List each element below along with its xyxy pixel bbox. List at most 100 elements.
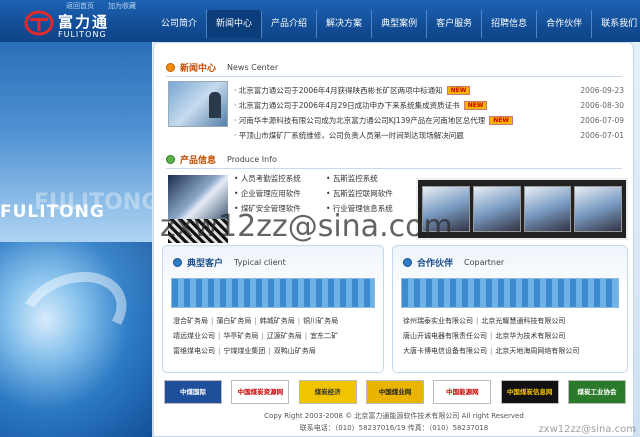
news-item-date: 2006-07-01 <box>580 131 624 140</box>
client-link[interactable]: 蒲白矿务局 <box>216 314 251 329</box>
product-item[interactable]: • 企业管理应用软件 <box>234 188 301 199</box>
main-panel: 新闻中心 News Center · 北京富力通公司于2006年4月获得陕西彬长… <box>153 42 634 437</box>
brand-big-text: FULITONG <box>0 202 105 222</box>
nav-jobs[interactable]: 招聘信息 <box>482 10 538 38</box>
client-link[interactable]: 双鸭山矿务局 <box>274 344 316 359</box>
partner-logo[interactable]: 煤炭工业协会 <box>567 380 626 404</box>
partner-logo[interactable]: 中国煤炭资源网 <box>231 380 290 404</box>
clients-title-cn: 典型客户 <box>187 259 224 269</box>
partner-row: 徐州瑞泰实业有限公司 | 北京光耀慧通科技有限公司 <box>403 314 625 329</box>
new-badge-icon: NEW <box>446 86 471 95</box>
partner-link[interactable]: 唐山开诚电器有限责任公司 <box>403 329 487 344</box>
partner-link[interactable]: 徐州瑞泰实业有限公司 <box>403 314 473 329</box>
partner-logo[interactable]: 煤炭经济 <box>298 380 357 404</box>
news-item-date: 2006-08-30 <box>580 101 624 110</box>
partners-title-cn: 合作伙伴 <box>417 259 454 269</box>
partner-logo[interactable]: 中煤国际 <box>164 380 222 404</box>
partner-link[interactable]: 北京光耀慧通科技有限公司 <box>481 314 565 329</box>
client-row: 富维煤电公司 | 宁煤煤业集团 | 双鸭山矿务局 <box>173 344 383 359</box>
new-badge-icon: NEW <box>489 116 513 125</box>
news-divider <box>166 76 622 77</box>
products-bullet-icon <box>166 155 175 164</box>
clients-title-en: Typical client <box>234 258 286 267</box>
news-item-date: 2006-07-09 <box>580 116 624 125</box>
products-title-cn: 产品信息 <box>180 156 217 166</box>
product-thumbnail[interactable] <box>523 186 572 232</box>
footer-copyright: Copy Right 2003-2008 © 北京富力通能源软件技术有限公司 A… <box>264 412 524 420</box>
news-item-title: · 河南华丰源科技有限公司成为北京富力通公司KJ139产品在河南地区总代理 <box>234 116 486 125</box>
partner-logo[interactable]: 中国煤业网 <box>365 380 424 404</box>
home-link[interactable]: 返回首页 <box>66 1 94 11</box>
client-link[interactable]: 宁煤煤业集团 <box>223 344 265 359</box>
partner-logo[interactable]: 中国煤炭信息网 <box>500 380 559 404</box>
left-banner: FULITONG FULITONG <box>0 42 159 437</box>
client-list: 澄合矿务局 | 蒲白矿务局 | 韩城矿务局 | 铜川矿务局 靖远煤业公司 | 华亭矿务局… <box>173 314 383 359</box>
partners-bullet-icon <box>403 258 412 267</box>
news-item[interactable]: · 平顶山市煤矿厂系统维修，公司负责人员第一时间到达现场解决问题 2006-07… <box>234 128 624 143</box>
nav-news[interactable]: 新闻中心 <box>207 10 263 38</box>
client-row: 靖远煤业公司 | 华亭矿务局 | 辽源矿务局 | 宜东二矿 <box>173 329 383 344</box>
partner-link[interactable]: 大唐卡博电信设备有限公司 <box>403 344 487 359</box>
clients-header: 典型客户 Typical client <box>173 256 286 269</box>
news-title-en: News Center <box>227 63 279 72</box>
partners-box: 合作伙伴 Copartner 徐州瑞泰实业有限公司 | 北京光耀慧通科技有限公司 … <box>392 245 628 373</box>
nav-service[interactable]: 客户服务 <box>427 10 483 38</box>
new-badge-icon: NEW <box>463 101 488 110</box>
partners-banner <box>401 278 619 308</box>
logo-en-text: FULITONG <box>58 30 107 39</box>
news-item-date: 2006-09-23 <box>580 86 624 95</box>
nav-about[interactable]: 公司简介 <box>152 10 208 38</box>
partner-logo[interactable]: 中国能源网 <box>433 380 492 404</box>
partners-title-en: Copartner <box>464 258 505 267</box>
header-bar: 返回首页 加为收藏 富力通 FULITONG 公司简介 新闻中心 产品介绍 解决… <box>0 0 640 42</box>
nav-solutions[interactable]: 解决方案 <box>317 10 373 38</box>
client-link[interactable]: 澄合矿务局 <box>173 314 208 329</box>
news-photo[interactable] <box>168 81 228 127</box>
news-list: · 北京富力通公司于2006年4月获得陕西彬长矿区两项中标通知 NEW 2006… <box>234 83 624 143</box>
top-links: 返回首页 加为收藏 <box>66 1 136 11</box>
news-header: 新闻中心 News Center <box>166 61 278 74</box>
news-item[interactable]: · 河南华丰源科技有限公司成为北京富力通公司KJ139产品在河南地区总代理 NE… <box>234 113 624 128</box>
partner-list: 徐州瑞泰实业有限公司 | 北京光耀慧通科技有限公司 唐山开诚电器有限责任公司 | 北… <box>403 314 625 359</box>
partner-logo-strip: 中煤国际 中国煤炭资源网 煤炭经济 中国煤业网 中国能源网 中国煤炭信息网 煤炭… <box>164 380 626 406</box>
nav-products[interactable]: 产品介绍 <box>262 10 318 38</box>
partners-header: 合作伙伴 Copartner <box>403 256 504 269</box>
client-link[interactable]: 铜川矿务局 <box>303 314 338 329</box>
news-bullet-icon <box>166 63 175 72</box>
client-link[interactable]: 华亭矿务局 <box>223 329 258 344</box>
product-item[interactable]: • 瓦斯监控系统 <box>326 173 378 184</box>
nav-contact[interactable]: 联系我们 <box>592 10 640 38</box>
client-row: 澄合矿务局 | 蒲白矿务局 | 韩城矿务局 | 铜川矿务局 <box>173 314 383 329</box>
news-item[interactable]: · 北京富力通公司于2006年4月获得陕西彬长矿区两项中标通知 NEW 2006… <box>234 83 624 98</box>
news-item-title: · 平顶山市煤矿厂系统维修，公司负责人员第一时间到达现场解决问题 <box>234 131 464 140</box>
nav-partners[interactable]: 合作伙伴 <box>537 10 593 38</box>
products-title-en: Produce Info <box>227 155 277 164</box>
product-item[interactable]: • 瓦斯监控联网软件 <box>326 188 393 199</box>
email-watermark: zxw12zz@sina.com <box>160 209 453 244</box>
clients-banner <box>171 278 375 308</box>
news-item-title: · 北京富力通公司于2006年4月29日成功申办下来系统集成资质证书 <box>234 101 460 110</box>
clients-box: 典型客户 Typical client 澄合矿务局 | 蒲白矿务局 | 韩城矿务局 |… <box>162 245 384 373</box>
product-thumbnail[interactable] <box>472 186 521 232</box>
corner-watermark: zxw12zz@sina.com <box>538 424 636 435</box>
client-link[interactable]: 富维煤电公司 <box>173 344 215 359</box>
product-thumbnail[interactable] <box>574 186 622 232</box>
partner-link[interactable]: 北京天地海周网络有限公司 <box>495 344 579 359</box>
client-link[interactable]: 韩城矿务局 <box>260 314 295 329</box>
clients-bullet-icon <box>173 258 182 267</box>
client-link[interactable]: 靖远煤业公司 <box>173 329 215 344</box>
logo-cn-text: 富力通 <box>58 13 110 31</box>
client-link[interactable]: 宜东二矿 <box>310 329 338 344</box>
nav-cases[interactable]: 典型案例 <box>372 10 428 38</box>
products-divider <box>166 168 622 169</box>
partner-row: 大唐卡博电信设备有限公司 | 北京天地海周网络有限公司 <box>403 344 625 359</box>
company-logo-icon[interactable] <box>24 10 54 36</box>
partner-row: 唐山开诚电器有限责任公司 | 北京华为技术有限公司 <box>403 329 625 344</box>
news-item[interactable]: · 北京富力通公司于2006年4月29日成功申办下来系统集成资质证书 NEW 2… <box>234 98 624 113</box>
favorite-link[interactable]: 加为收藏 <box>108 1 136 11</box>
news-title-cn: 新闻中心 <box>180 64 217 74</box>
products-header: 产品信息 Produce Info <box>166 153 277 166</box>
partner-link[interactable]: 北京华为技术有限公司 <box>495 329 565 344</box>
client-link[interactable]: 辽源矿务局 <box>267 329 302 344</box>
product-item[interactable]: • 人员考勤监控系统 <box>234 173 301 184</box>
